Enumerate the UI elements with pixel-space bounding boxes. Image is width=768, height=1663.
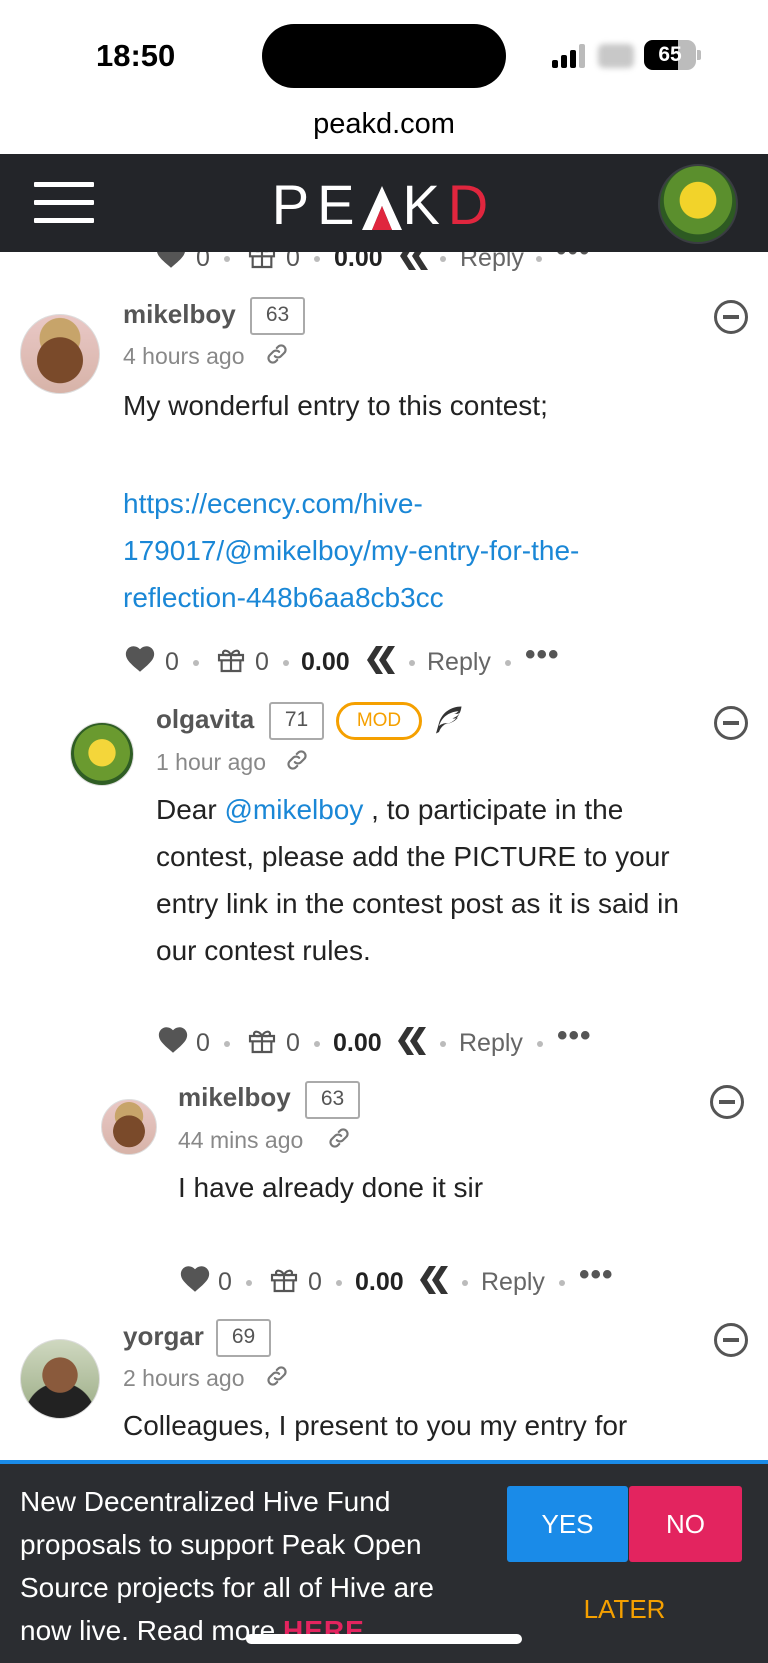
comment-body: I have already done it sir [178, 1172, 484, 1203]
feather-icon [436, 706, 462, 734]
author-name[interactable]: mikelboy [178, 1082, 291, 1113]
avatar-olgavita[interactable] [70, 722, 134, 786]
mod-badge: MOD [336, 702, 422, 740]
author-name[interactable]: olgavita [156, 704, 254, 735]
banner-message: New Decentralized Hive Fund proposals to… [20, 1486, 434, 1646]
permalink-icon[interactable] [264, 341, 290, 367]
reply-link[interactable]: Reply [481, 1268, 545, 1297]
comment-time[interactable]: 1 hour ago [156, 749, 266, 776]
hive-icon [398, 1027, 426, 1055]
comment-thread: 0 0 0.00 Reply ••• mikelboy 63 4 hours a… [0, 252, 768, 1462]
yes-button[interactable]: YES [507, 1486, 628, 1562]
collapse-icon[interactable] [710, 1085, 744, 1119]
reputation-badge: 69 [216, 1319, 271, 1357]
reputation-badge: 63 [305, 1081, 360, 1119]
collapse-icon[interactable] [714, 706, 748, 740]
logo-a-icon [362, 180, 403, 230]
collapse-icon[interactable] [714, 300, 748, 334]
signal-icon [552, 44, 586, 68]
mention-link[interactable]: @mikelboy [224, 794, 363, 825]
reply-link[interactable]: Reply [427, 648, 491, 677]
gift-icon[interactable] [246, 1023, 278, 1057]
battery-percent: 65 [658, 43, 682, 66]
dynamic-island [262, 24, 506, 88]
more-icon[interactable]: ••• [579, 1258, 614, 1292]
no-button[interactable]: NO [629, 1486, 742, 1562]
battery-tip [697, 50, 701, 60]
vote-count: 0 [165, 648, 179, 676]
network-type-icon [598, 44, 634, 68]
logo-text-mid: K [402, 173, 448, 236]
heart-icon[interactable] [156, 1023, 190, 1057]
heart-icon[interactable] [178, 1262, 212, 1296]
comment-body: Colleagues, I present to you my entry fo… [123, 1410, 628, 1441]
site-header: PE KD [0, 154, 768, 252]
dhf-proposal-banner: New Decentralized Hive Fund proposals to… [0, 1460, 768, 1663]
avatar-mikelboy[interactable] [101, 1099, 157, 1155]
payout-value: 0.00 [333, 1029, 382, 1057]
more-icon[interactable]: ••• [525, 638, 560, 672]
address-bar[interactable]: peakd.com [0, 100, 768, 154]
comment-body: My wonderful entry to this contest; [123, 390, 548, 421]
comment-time[interactable]: 4 hours ago [123, 343, 244, 370]
peakd-logo[interactable]: PE KD [0, 172, 768, 237]
author-name[interactable]: mikelboy [123, 299, 236, 330]
permalink-icon[interactable] [326, 1125, 352, 1151]
reputation-badge: 71 [269, 702, 324, 740]
vote-count: 0 [218, 1268, 232, 1296]
comment-time[interactable]: 2 hours ago [123, 1365, 244, 1392]
reputation-badge: 63 [250, 297, 305, 335]
avatar-yorgar[interactable] [20, 1339, 100, 1419]
vote-count: 0 [196, 1029, 210, 1057]
comment-time[interactable]: 44 mins ago [178, 1127, 303, 1154]
more-icon[interactable]: ••• [557, 1019, 592, 1053]
author-name[interactable]: yorgar [123, 1321, 204, 1352]
gift-count: 0 [308, 1268, 322, 1296]
gift-icon[interactable] [268, 1262, 300, 1296]
gift-count: 0 [286, 1029, 300, 1057]
permalink-icon[interactable] [264, 1363, 290, 1389]
comment-link[interactable]: https://ecency.com/hive- 179017/@mikelbo… [123, 480, 763, 621]
comment-yorgar: yorgar 69 2 hours ago Colleagues, I pres… [0, 252, 768, 1441]
battery-icon: 65 [644, 40, 696, 70]
permalink-icon[interactable] [284, 747, 310, 773]
payout-value: 0.00 [301, 648, 350, 676]
heart-icon[interactable] [123, 642, 157, 676]
hive-icon [420, 1266, 448, 1294]
status-bar: 18:50 65 [0, 0, 768, 100]
reply-link[interactable]: Reply [459, 1029, 523, 1058]
clock: 18:50 [96, 38, 176, 73]
gift-count: 0 [255, 648, 269, 676]
home-indicator[interactable] [246, 1634, 522, 1644]
logo-text-left: PE [271, 173, 363, 236]
user-avatar[interactable] [658, 164, 738, 244]
comment-body: Dear @mikelboy , to participate in the c… [156, 794, 679, 966]
avatar-mikelboy[interactable] [20, 314, 100, 394]
gift-icon[interactable] [215, 642, 247, 676]
later-button[interactable]: LATER [507, 1594, 742, 1625]
hive-icon [367, 646, 395, 674]
comment-mikelboy: mikelboy 63 4 hours ago My wonderful ent… [0, 252, 768, 676]
logo-text-right: D [447, 173, 497, 236]
payout-value: 0.00 [355, 1268, 404, 1296]
collapse-icon[interactable] [714, 1323, 748, 1357]
